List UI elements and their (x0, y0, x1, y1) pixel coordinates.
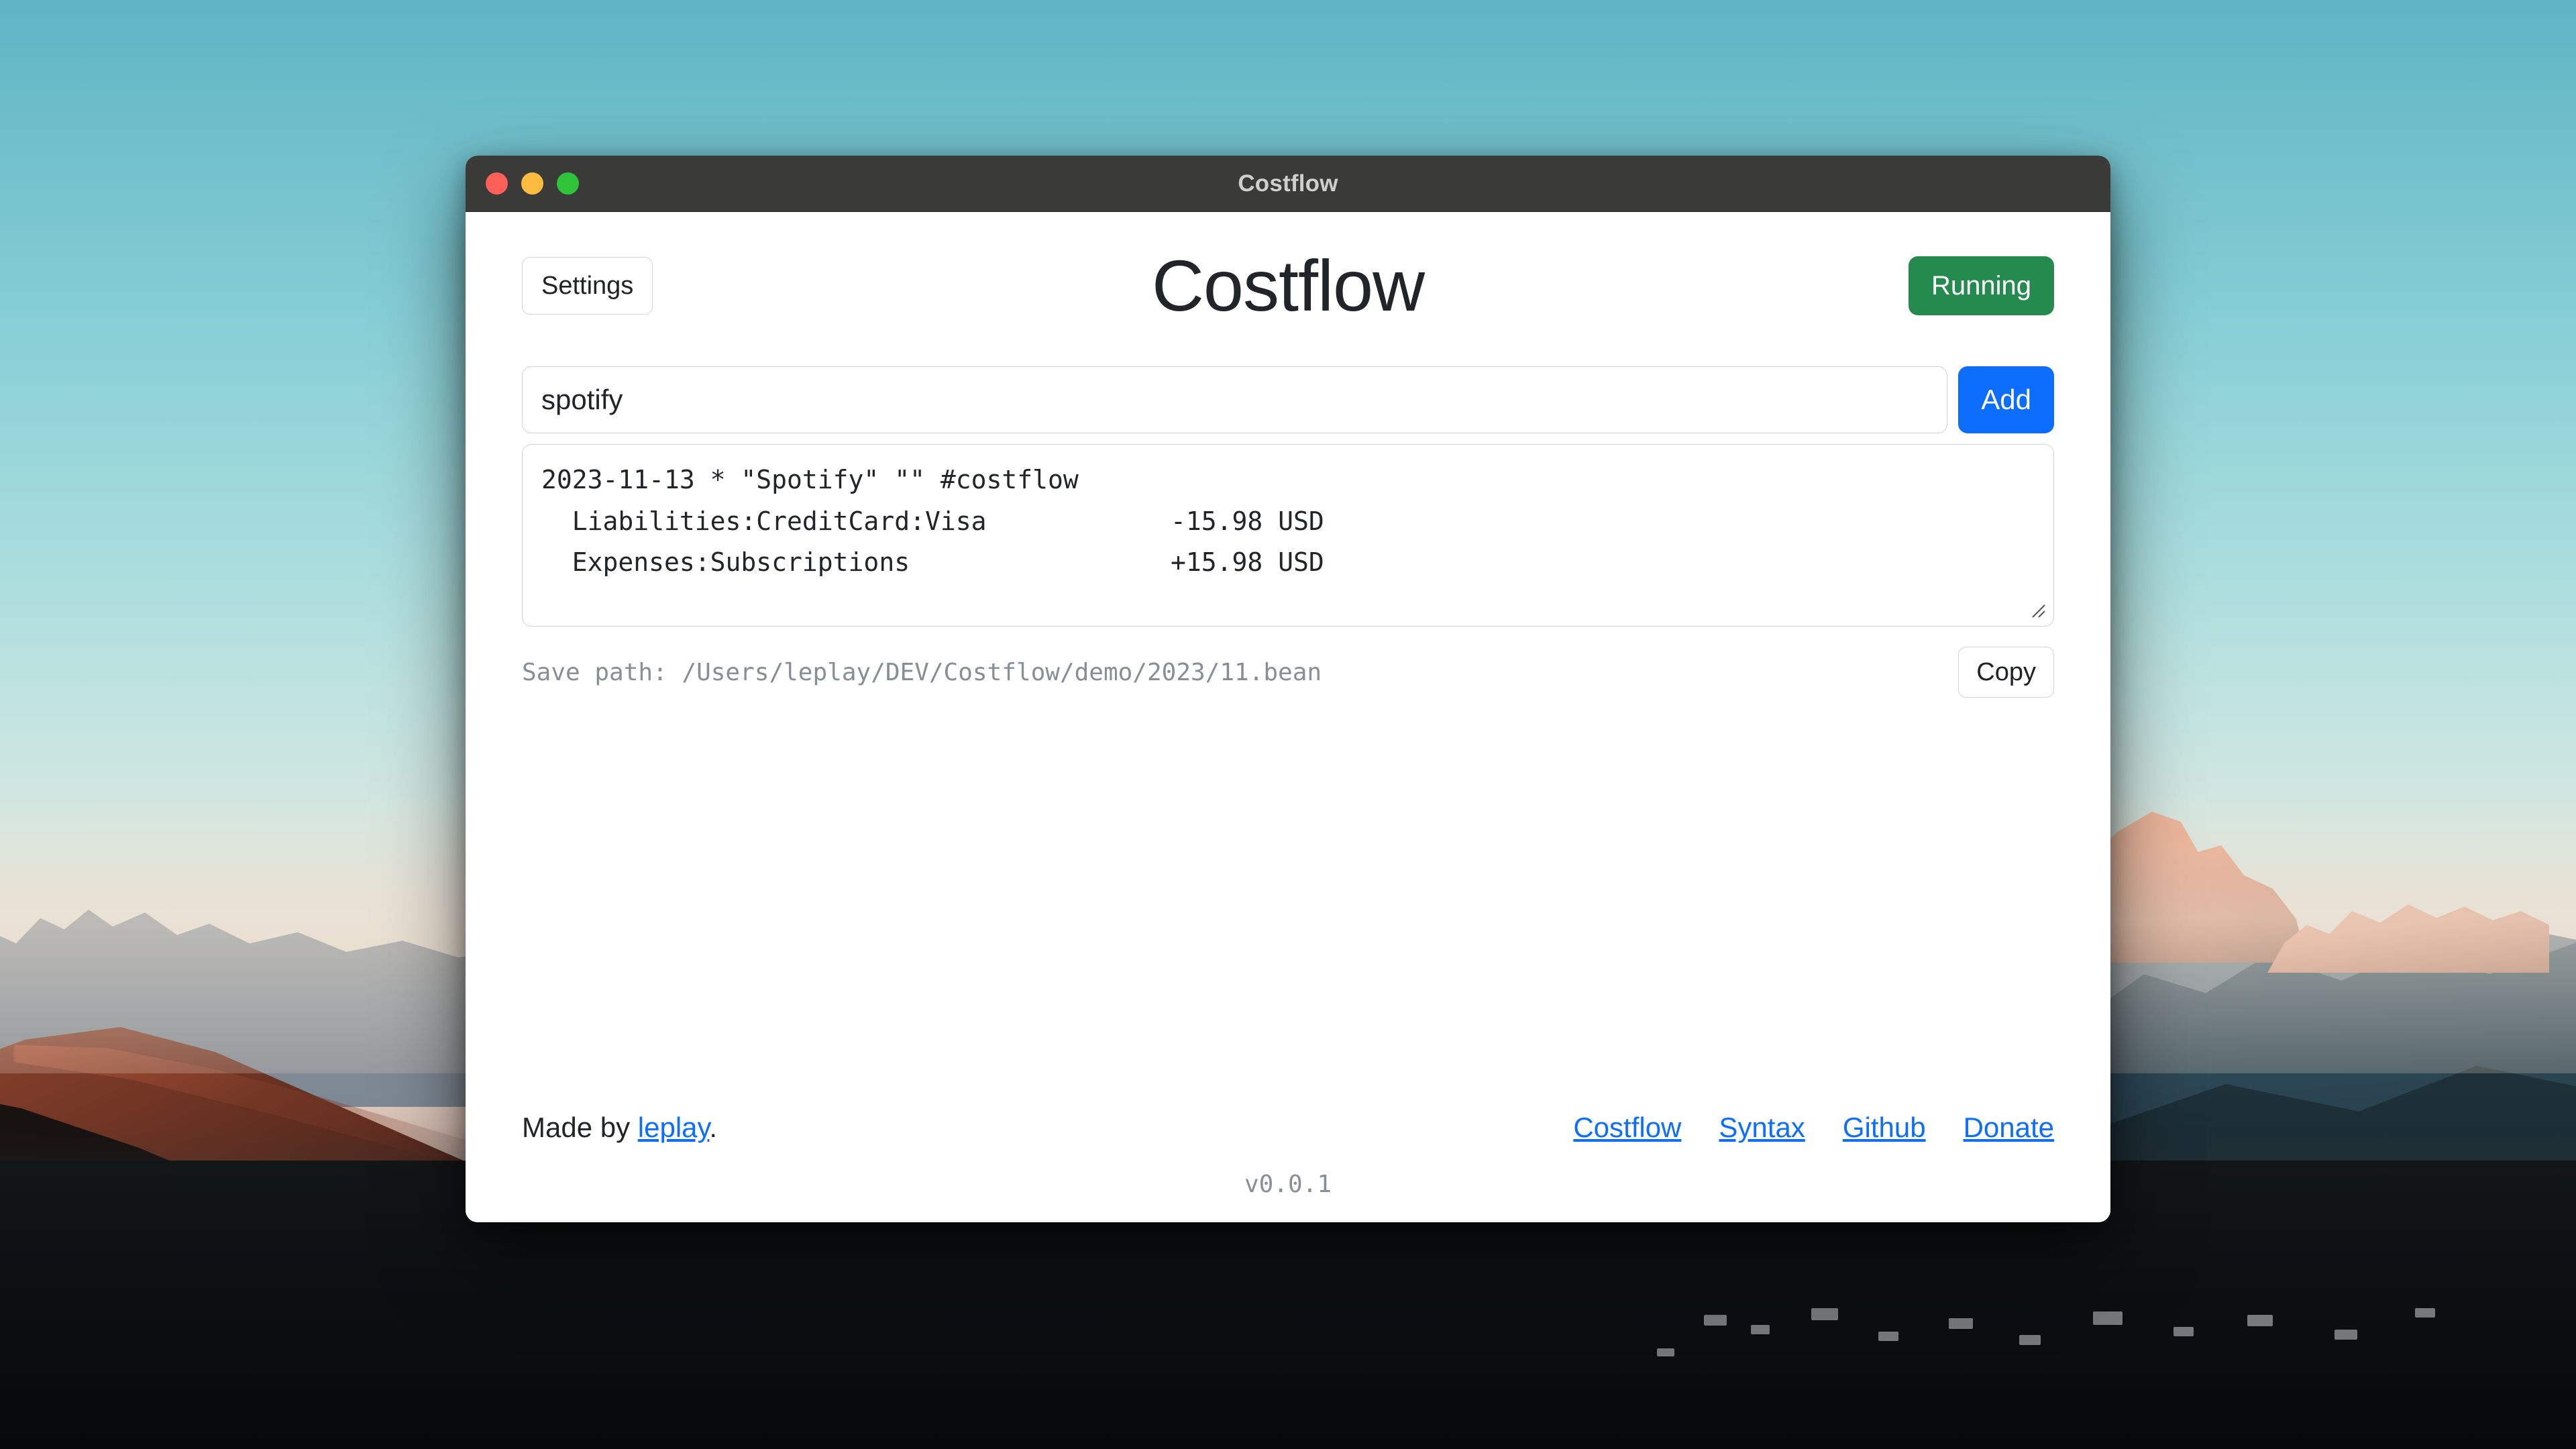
foreground-speck (2019, 1335, 2041, 1345)
made-by-prefix: Made by (522, 1112, 638, 1143)
footer-links: Costflow Syntax Github Donate (1573, 1112, 2054, 1144)
foreground-speck (2247, 1315, 2273, 1326)
foreground-speck (1704, 1315, 1727, 1326)
app-content: Settings Costflow Running Add 2023-11-13… (466, 212, 2110, 1222)
footer-link-donate[interactable]: Donate (1964, 1112, 2054, 1144)
add-button[interactable]: Add (1958, 366, 2054, 433)
status-badge-running[interactable]: Running (1908, 256, 2054, 315)
settings-button[interactable]: Settings (522, 257, 653, 315)
close-button[interactable] (486, 172, 508, 195)
app-window: Costflow Settings Costflow Running Add 2… (466, 156, 2110, 1222)
made-by-credit: Made by leplay. (522, 1112, 717, 1144)
made-by-suffix: . (709, 1112, 718, 1143)
footer-link-costflow[interactable]: Costflow (1573, 1112, 1681, 1144)
foreground-speck (2093, 1311, 2123, 1325)
foreground-speck (1751, 1325, 1770, 1334)
foreground-speck (1878, 1332, 1898, 1341)
version-label: v0.0.1 (1244, 1171, 1332, 1198)
minimize-button[interactable] (521, 172, 543, 195)
transaction-preview[interactable]: 2023-11-13 * "Spotify" "" #costflow Liab… (522, 444, 2054, 627)
footer-bar: Made by leplay. Costflow Syntax Github D… (522, 1112, 2054, 1144)
save-path-row: Save path: /Users/leplay/DEV/Costflow/de… (522, 645, 2054, 699)
foreground-speck (2174, 1327, 2194, 1336)
compose-row: Add (522, 366, 2054, 433)
copy-button[interactable]: Copy (1958, 647, 2054, 698)
foreground-speck (2334, 1330, 2357, 1340)
footer-link-syntax[interactable]: Syntax (1719, 1112, 1805, 1144)
zoom-button[interactable] (557, 172, 579, 195)
mountain-peak-sunlit-secondary (2267, 904, 2549, 973)
save-path-label: Save path: /Users/leplay/DEV/Costflow/de… (522, 658, 1322, 686)
footer-link-github[interactable]: Github (1843, 1112, 1926, 1144)
foreground-speck (1657, 1348, 1674, 1356)
foreground-speck (1949, 1318, 1973, 1329)
foreground-speck (1811, 1308, 1838, 1320)
window-title: Costflow (1238, 170, 1338, 197)
transaction-preview-text: 2023-11-13 * "Spotify" "" #costflow Liab… (541, 465, 1324, 578)
window-controls (486, 172, 579, 195)
window-titlebar[interactable]: Costflow (466, 156, 2110, 212)
foreground-speck (2415, 1308, 2435, 1318)
header-bar: Settings Costflow Running (522, 250, 2054, 322)
leplay-link[interactable]: leplay (638, 1112, 710, 1143)
resize-handle-icon[interactable] (2030, 602, 2047, 620)
page-title: Costflow (1151, 245, 1425, 326)
command-input[interactable] (522, 366, 1948, 433)
